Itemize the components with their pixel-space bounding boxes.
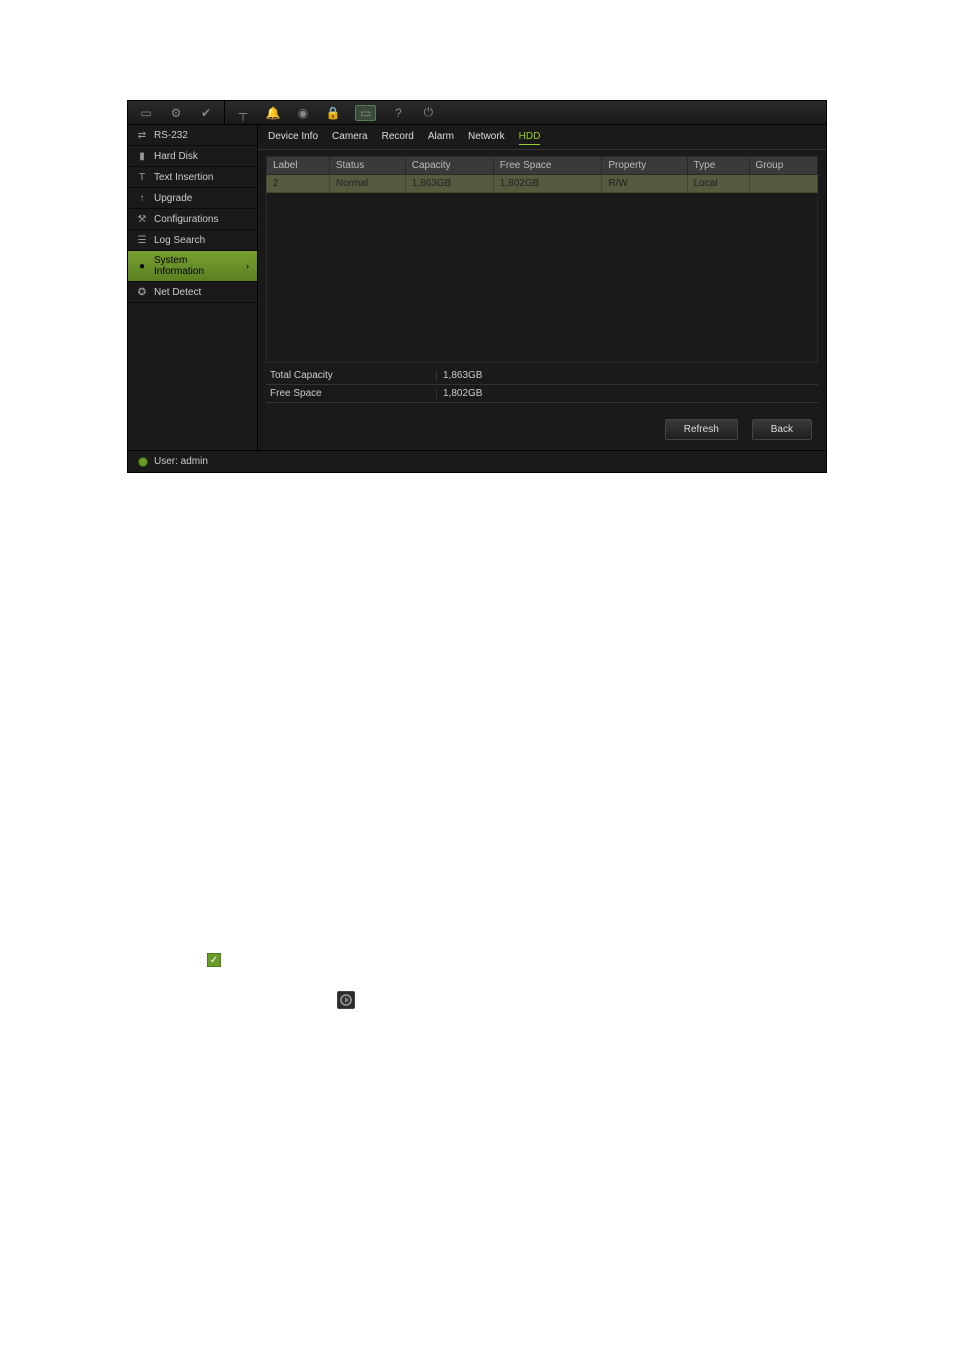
col-property[interactable]: Property bbox=[602, 157, 687, 175]
tab-device-info[interactable]: Device Info bbox=[268, 131, 318, 145]
network-icon[interactable]: ┬ bbox=[235, 105, 251, 121]
col-type[interactable]: Type bbox=[687, 157, 749, 175]
free-space-value: 1,802GB bbox=[436, 388, 482, 399]
sidebar-item-label: Upgrade bbox=[154, 193, 192, 204]
cell-free-space: 1,802GB bbox=[493, 175, 602, 193]
col-group[interactable]: Group bbox=[749, 157, 818, 175]
tab-record[interactable]: Record bbox=[382, 131, 414, 145]
total-capacity-value: 1,863GB bbox=[436, 370, 482, 381]
summary-free-row: Free Space 1,802GB bbox=[266, 385, 818, 403]
content-pane: Device Info Camera Record Alarm Network … bbox=[258, 125, 826, 450]
total-capacity-label: Total Capacity bbox=[266, 370, 436, 381]
hdd-table: Label Status Capacity Free Space Propert… bbox=[266, 156, 818, 193]
user-label: User: admin bbox=[154, 456, 208, 467]
sidebar-item-label: Log Search bbox=[154, 235, 205, 246]
table-empty-area bbox=[266, 193, 818, 363]
sidebar-item-configurations[interactable]: ⚒ Configurations bbox=[128, 209, 257, 230]
globe-icon[interactable]: ◉ bbox=[295, 105, 311, 121]
lock-icon[interactable]: 🔒 bbox=[325, 105, 341, 121]
page-inline-icons: ✓ bbox=[127, 953, 827, 1033]
sidebar-item-log-search[interactable]: ☰ Log Search bbox=[128, 230, 257, 251]
cell-group bbox=[749, 175, 818, 193]
log-icon: ☰ bbox=[136, 234, 148, 246]
tab-hdd[interactable]: HDD bbox=[519, 131, 541, 145]
check-badge-icon: ✓ bbox=[207, 953, 221, 967]
table-header-row: Label Status Capacity Free Space Propert… bbox=[267, 157, 818, 175]
cell-type: Local bbox=[687, 175, 749, 193]
display-config-icon[interactable]: ▭ bbox=[355, 105, 376, 121]
cell-status: Normal bbox=[329, 175, 405, 193]
help-icon[interactable]: ? bbox=[390, 105, 406, 121]
play-badge-icon bbox=[337, 991, 355, 1009]
col-capacity[interactable]: Capacity bbox=[405, 157, 493, 175]
hdd-icon: ▮ bbox=[136, 150, 148, 162]
refresh-button[interactable]: Refresh bbox=[665, 419, 738, 440]
tab-camera[interactable]: Camera bbox=[332, 131, 368, 145]
check-circle-icon[interactable]: ✔ bbox=[198, 105, 214, 121]
table-row[interactable]: 2 Normal 1,863GB 1,802GB R/W Local bbox=[267, 175, 818, 193]
net-detect-icon: ✪ bbox=[136, 286, 148, 298]
text-insert-icon: T bbox=[136, 171, 148, 183]
info-icon: ● bbox=[136, 260, 148, 272]
summary-panel: Total Capacity 1,863GB Free Space 1,802G… bbox=[258, 367, 826, 403]
sidebar-item-hard-disk[interactable]: ▮ Hard Disk bbox=[128, 146, 257, 167]
bell-icon[interactable]: 🔔 bbox=[265, 105, 281, 121]
sidebar-item-net-detect[interactable]: ✪ Net Detect bbox=[128, 282, 257, 303]
free-space-label: Free Space bbox=[266, 388, 436, 399]
tab-alarm[interactable]: Alarm bbox=[428, 131, 454, 145]
upgrade-icon: ↑ bbox=[136, 192, 148, 204]
cell-capacity: 1,863GB bbox=[405, 175, 493, 193]
cell-label: 2 bbox=[267, 175, 330, 193]
col-free-space[interactable]: Free Space bbox=[493, 157, 602, 175]
user-status-icon bbox=[138, 457, 148, 467]
status-bar: User: admin bbox=[128, 450, 826, 472]
sidebar-item-rs232[interactable]: ⇄ RS-232 bbox=[128, 125, 257, 146]
sidebar-item-label: Configurations bbox=[154, 214, 218, 225]
sidebar: ⇄ RS-232 ▮ Hard Disk T Text Insertion ↑ … bbox=[128, 125, 258, 450]
sidebar-item-text-insertion[interactable]: T Text Insertion bbox=[128, 167, 257, 188]
sidebar-item-upgrade[interactable]: ↑ Upgrade bbox=[128, 188, 257, 209]
top-toolbar: ▭ ⚙ ✔ ┬ 🔔 ◉ 🔒 ▭ ? ⏻ bbox=[128, 101, 826, 125]
cell-property: R/W bbox=[602, 175, 687, 193]
summary-total-row: Total Capacity 1,863GB bbox=[266, 367, 818, 385]
col-label[interactable]: Label bbox=[267, 157, 330, 175]
config-icon: ⚒ bbox=[136, 213, 148, 225]
sidebar-item-label: RS-232 bbox=[154, 130, 188, 141]
tab-bar: Device Info Camera Record Alarm Network … bbox=[258, 125, 826, 150]
tab-network[interactable]: Network bbox=[468, 131, 505, 145]
sidebar-item-system-information[interactable]: ● System Information › bbox=[128, 251, 257, 282]
action-bar: Refresh Back bbox=[258, 403, 826, 450]
col-status[interactable]: Status bbox=[329, 157, 405, 175]
camera-icon[interactable]: ⚙ bbox=[168, 105, 184, 121]
monitor-icon[interactable]: ▭ bbox=[138, 105, 154, 121]
chevron-right-icon: › bbox=[246, 261, 249, 271]
power-icon[interactable]: ⏻ bbox=[420, 105, 436, 121]
sidebar-item-label: System Information bbox=[154, 255, 240, 277]
serial-icon: ⇄ bbox=[136, 129, 148, 141]
sidebar-item-label: Hard Disk bbox=[154, 151, 198, 162]
sidebar-item-label: Net Detect bbox=[154, 287, 201, 298]
app-window: ▭ ⚙ ✔ ┬ 🔔 ◉ 🔒 ▭ ? ⏻ ⇄ RS-232 ▮ Hard Disk bbox=[127, 100, 827, 473]
back-button[interactable]: Back bbox=[752, 419, 812, 440]
sidebar-item-label: Text Insertion bbox=[154, 172, 213, 183]
